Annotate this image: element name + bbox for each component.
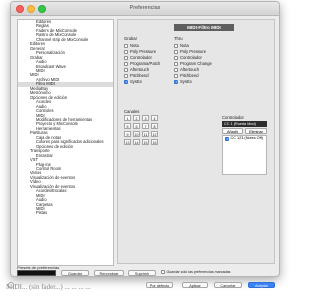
record-filter-option[interactable]: SysEx [124, 79, 142, 84]
channel-grid: 1 2 3 4 5 6 7 8 9 10 11 12 13 14 15 16 [124, 115, 158, 145]
apply-button[interactable]: Aplicar [182, 282, 208, 288]
record-option-label: Aftertouch [130, 67, 150, 72]
preset-select[interactable] [17, 270, 56, 276]
controller-item-label: CC 123 (Notes Off) [230, 136, 263, 140]
thru-checkbox[interactable] [174, 79, 178, 84]
controller-list[interactable]: CC 123 (Notes Off) [222, 135, 267, 175]
thru-group-label: Thru [174, 36, 183, 41]
document-text-line: MIDI... (sin fader...) ... ... ... ... [6, 283, 91, 291]
save-marked-checkbox[interactable] [161, 270, 165, 274]
help-icon[interactable]: ? [8, 282, 14, 288]
record-option-label: Controlador [130, 55, 152, 60]
thru-option-label: Nota [180, 43, 189, 48]
preferences-window: Preferencias Editores Reglas Faders de Mix… [10, 1, 280, 277]
record-option-label: Pitchbend [130, 73, 149, 78]
record-option-label: SysEx [130, 79, 142, 84]
record-checkbox[interactable] [124, 79, 128, 84]
record-filter-option[interactable]: Nota [124, 43, 139, 48]
thru-checkbox[interactable] [174, 43, 178, 48]
record-option-label: Poly Pressure [130, 49, 157, 54]
channels-group-label: Canales [124, 109, 140, 114]
thru-option-label: Aftertouch [180, 67, 200, 72]
record-checkbox[interactable] [124, 61, 128, 66]
channel-button[interactable]: 2 [133, 115, 140, 121]
record-checkbox[interactable] [124, 73, 128, 78]
preferences-tree[interactable]: Editores Reglas Faders de MixConsole Rastro… [17, 19, 114, 266]
thru-checkbox[interactable] [174, 73, 178, 78]
titlebar: Preferencias [11, 2, 279, 16]
channel-button[interactable]: 13 [124, 139, 131, 145]
thru-filter-option[interactable]: Aftertouch [174, 67, 199, 72]
record-checkbox[interactable] [124, 43, 128, 48]
channel-button[interactable]: 7 [142, 123, 149, 129]
thru-filter-option[interactable]: Nota [174, 43, 189, 48]
controller-group-label: Controlador [222, 115, 244, 120]
channel-button[interactable]: 9 [124, 131, 131, 137]
record-checkbox[interactable] [124, 55, 128, 60]
remove-controller-button[interactable]: Eliminar [245, 128, 267, 134]
record-filter-option[interactable]: Controlador [124, 55, 152, 60]
thru-filter-option[interactable]: Controlador [174, 55, 202, 60]
record-option-label: Nota [130, 43, 139, 48]
thru-option-label: SysEx [180, 79, 192, 84]
controller-list-item[interactable]: CC 123 (Notes Off) [223, 136, 266, 142]
thru-filter-option[interactable]: Poly Pressure [174, 49, 206, 54]
delete-preset-button[interactable]: Suprimir [128, 270, 156, 276]
thru-checkbox[interactable] [174, 49, 178, 54]
channel-button[interactable]: 15 [142, 139, 149, 145]
channel-button[interactable]: 14 [133, 139, 140, 145]
record-group-label: Grabar [124, 36, 138, 41]
thru-filter-option[interactable]: SysEx [174, 79, 192, 84]
save-preset-button[interactable]: Guardar [61, 270, 89, 276]
channel-button[interactable]: 5 [124, 123, 131, 129]
record-filter-option[interactable]: Aftertouch [124, 67, 149, 72]
panel-title: MIDI-Filtro MIDI [174, 24, 234, 31]
thru-option-label: Controlador [180, 55, 202, 60]
channel-button[interactable]: 12 [151, 131, 158, 137]
channel-button[interactable]: 1 [124, 115, 131, 121]
preferences-panel: MIDI-Filtro MIDI Grabar Nota Poly Pressur… [117, 19, 275, 264]
thru-option-label: Poly Pressure [180, 49, 207, 54]
cancel-button[interactable]: Cancelar [214, 282, 242, 288]
channel-button[interactable]: 6 [133, 123, 140, 129]
save-marked-only[interactable]: Guardar sólo las preferencias marcadas [161, 270, 230, 274]
channel-button[interactable]: 16 [151, 139, 158, 145]
rename-preset-button[interactable]: Renombrar [94, 270, 124, 276]
controller-select[interactable]: CC 1 (Rueda Mod) [222, 121, 267, 127]
record-checkbox[interactable] [124, 67, 128, 72]
channel-button[interactable]: 10 [133, 131, 140, 137]
channel-button[interactable]: 3 [142, 115, 149, 121]
thru-option-label: Program Change [180, 61, 212, 66]
window-title: Preferencias [129, 5, 161, 11]
controller-item-checkbox[interactable] [225, 136, 229, 142]
thru-filter-option[interactable]: Program Change [174, 61, 212, 66]
thru-checkbox[interactable] [174, 55, 178, 60]
record-option-label: Programa/Patch [130, 61, 161, 66]
thru-filter-option[interactable]: Pitchbend [174, 73, 199, 78]
record-filter-option[interactable]: Programa/Patch [124, 61, 160, 66]
thru-option-label: Pitchbend [180, 73, 199, 78]
record-checkbox[interactable] [124, 49, 128, 54]
default-button[interactable]: Por defecto [146, 282, 173, 288]
channel-button[interactable]: 11 [142, 131, 149, 137]
record-filter-option[interactable]: Pitchbend [124, 73, 149, 78]
thru-checkbox[interactable] [174, 61, 178, 66]
channel-button[interactable]: 8 [151, 123, 158, 129]
tree-item[interactable]: Pistas [18, 211, 113, 216]
accept-button[interactable]: Aceptar [248, 282, 275, 288]
channel-button[interactable]: 4 [151, 115, 158, 121]
record-filter-option[interactable]: Poly Pressure [124, 49, 156, 54]
thru-checkbox[interactable] [174, 67, 178, 72]
add-controller-button[interactable]: Añadir [222, 128, 243, 134]
save-marked-label: Guardar sólo las preferencias marcadas [166, 270, 231, 274]
